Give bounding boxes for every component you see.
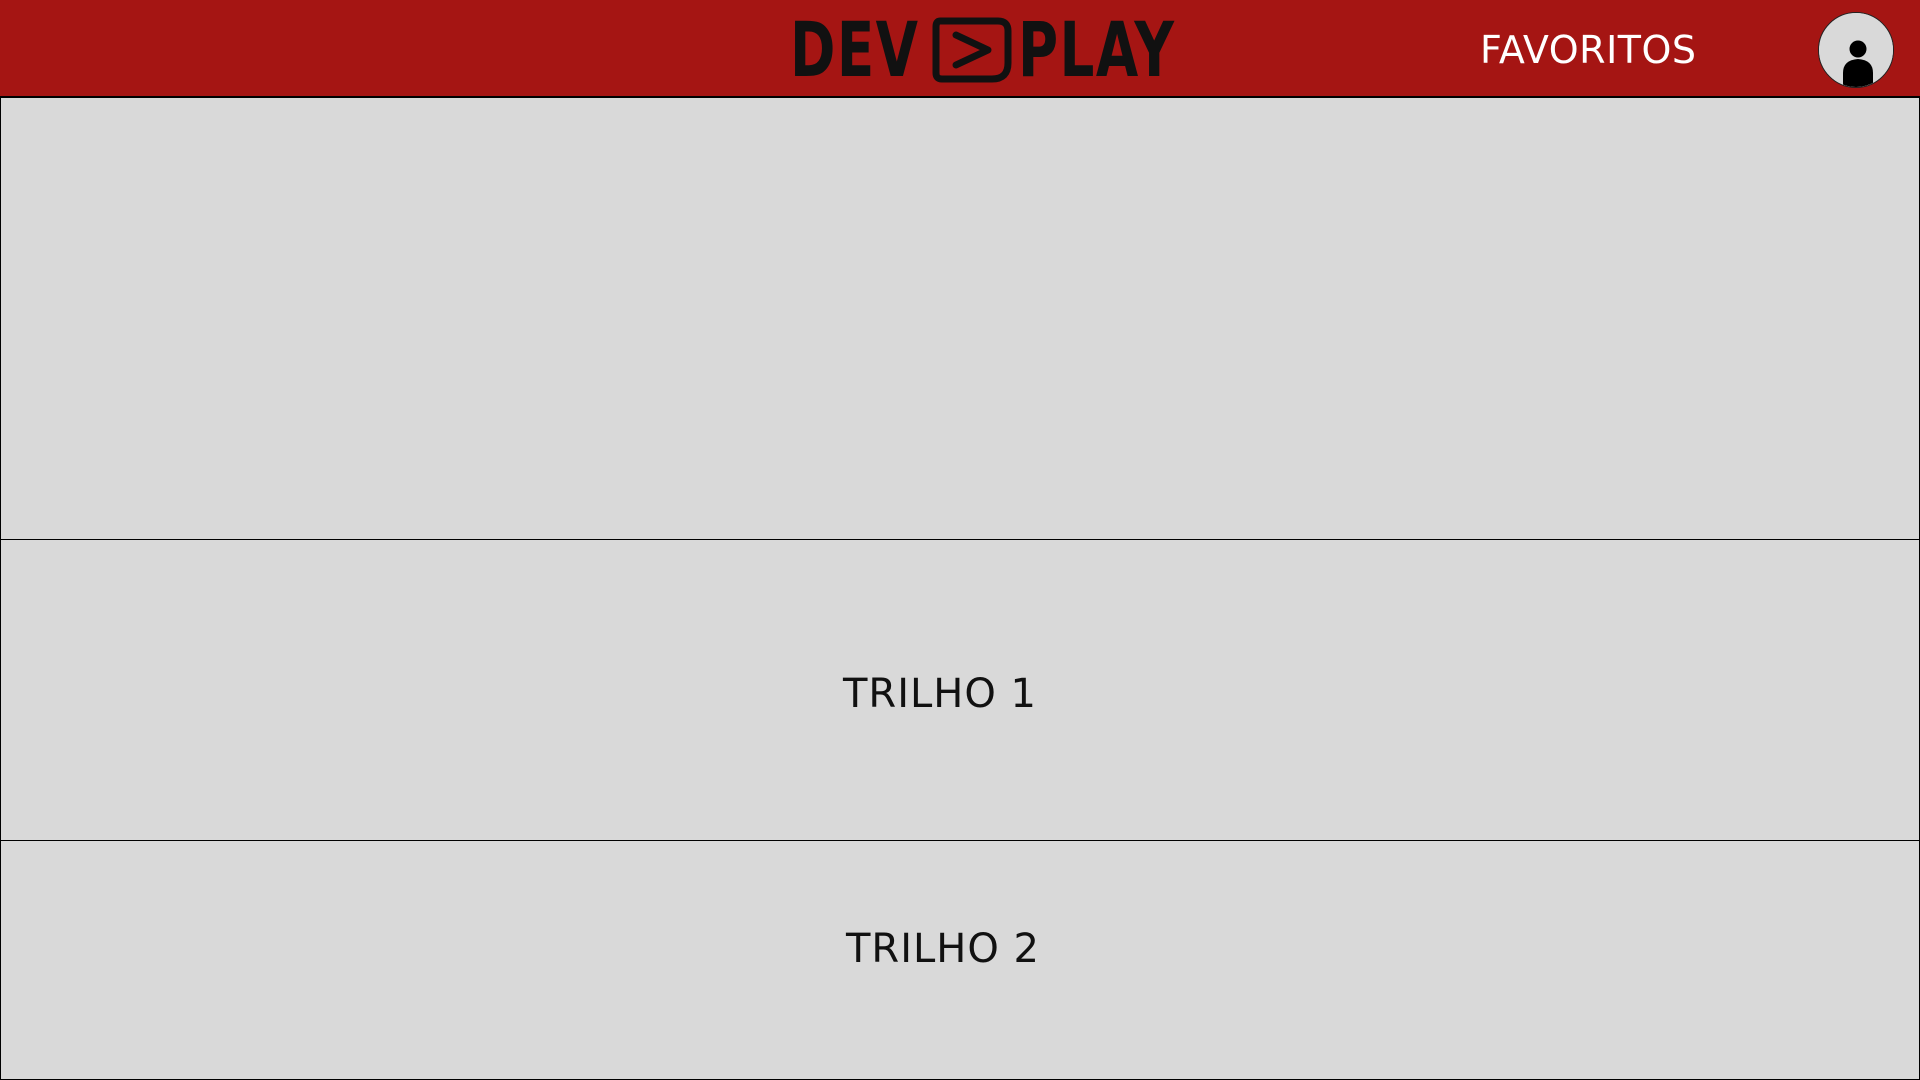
hero-banner <box>0 97 1920 540</box>
user-avatar-icon <box>1819 13 1893 87</box>
favorites-link[interactable]: FAVORITOS <box>1480 28 1697 72</box>
track-row-1: TRILHO 1 <box>0 539 1920 841</box>
top-navbar: DEV PLAY FAVORITOS <box>0 0 1920 97</box>
user-avatar-button[interactable] <box>1818 12 1894 88</box>
devplay-logo[interactable]: DEV PLAY <box>790 12 1237 88</box>
track-title: TRILHO 2 <box>845 926 1041 972</box>
play-box-icon <box>932 17 1012 83</box>
track-title: TRILHO 1 <box>842 671 1038 717</box>
logo-text-dev: DEV <box>790 5 920 94</box>
logo-text-play: PLAY <box>1017 5 1176 94</box>
track-row-2: TRILHO 2 <box>0 840 1920 1080</box>
